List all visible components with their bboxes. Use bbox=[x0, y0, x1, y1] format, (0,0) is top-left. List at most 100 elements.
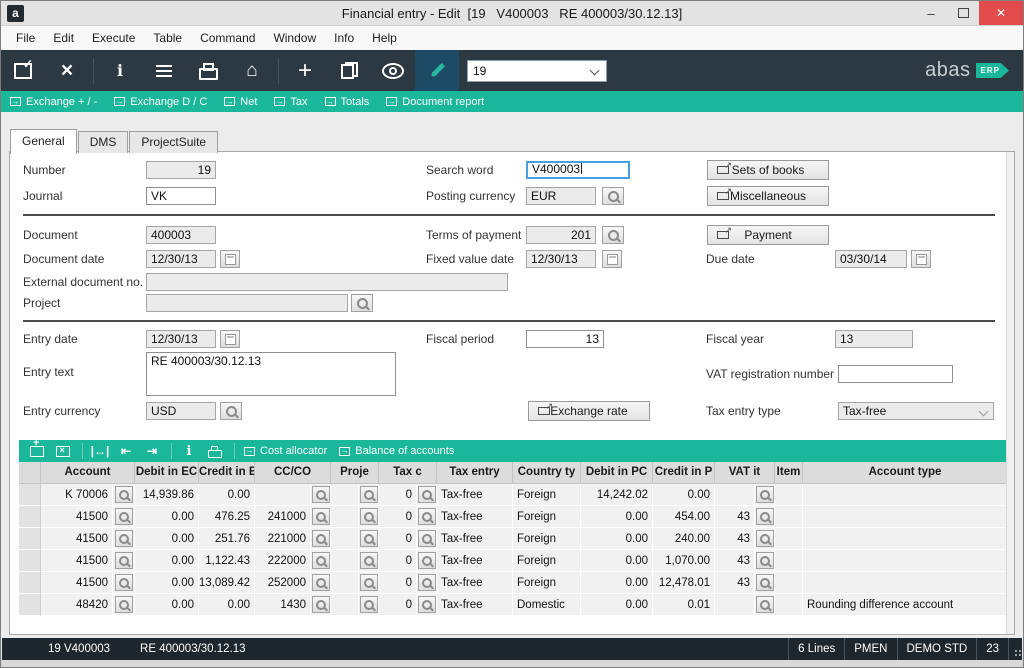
column-header[interactable]: Credit in E bbox=[199, 462, 255, 484]
lookup-button[interactable] bbox=[115, 596, 133, 613]
column-header[interactable]: Country ty bbox=[513, 462, 581, 484]
cell-proje[interactable] bbox=[331, 484, 359, 506]
cell-tax_c[interactable]: 0 bbox=[379, 594, 417, 616]
resize-grip[interactable] bbox=[1008, 638, 1022, 660]
lookup-button[interactable] bbox=[360, 530, 378, 547]
cell-tax_entry[interactable]: Tax-free bbox=[437, 506, 513, 528]
cell-country[interactable]: Foreign bbox=[513, 572, 581, 594]
lookup-button[interactable] bbox=[115, 508, 133, 525]
minimize-button[interactable]: – bbox=[915, 1, 947, 25]
save-button[interactable] bbox=[1, 53, 45, 89]
cell-account[interactable]: 41500 bbox=[41, 506, 113, 528]
cell-country[interactable]: Domestic bbox=[513, 594, 581, 616]
exchange-rate-button[interactable]: Exchange rate bbox=[528, 401, 650, 421]
sets-of-books-button[interactable]: Sets of books bbox=[707, 160, 829, 180]
insert-row-button[interactable] bbox=[25, 441, 49, 461]
cell-tax_c[interactable]: 0 bbox=[379, 528, 417, 550]
tab-general[interactable]: General bbox=[10, 129, 77, 154]
column-header[interactable]: Credit in P bbox=[653, 462, 715, 484]
column-header[interactable]: Tax entry bbox=[437, 462, 513, 484]
view-button[interactable] bbox=[371, 53, 415, 89]
action-exchange-dc[interactable]: Exchange D / C bbox=[114, 96, 207, 108]
action-exchange-plus-minus[interactable]: Exchange + / - bbox=[10, 96, 97, 108]
menu-command[interactable]: Command bbox=[191, 28, 264, 48]
row-handle[interactable] bbox=[19, 484, 41, 506]
cell-tax_c[interactable]: 0 bbox=[379, 550, 417, 572]
column-header[interactable]: Debit in EC bbox=[135, 462, 199, 484]
shrink-column-button[interactable]: ⇤ bbox=[114, 441, 138, 461]
cell-vat[interactable] bbox=[715, 594, 755, 616]
cell-tax_entry[interactable]: Tax-free bbox=[437, 572, 513, 594]
lookup-button[interactable] bbox=[115, 574, 133, 591]
cell-item[interactable] bbox=[775, 506, 803, 528]
project-field[interactable] bbox=[146, 294, 348, 312]
lookup-button[interactable] bbox=[115, 530, 133, 547]
journal-field[interactable]: VK bbox=[146, 187, 216, 205]
cell-credit_ec[interactable]: 476.25 bbox=[199, 506, 255, 528]
posting-currency-field[interactable]: EUR bbox=[526, 187, 596, 205]
lookup-button[interactable] bbox=[418, 574, 436, 591]
fixed-value-date-calendar-button[interactable] bbox=[602, 250, 622, 268]
maximize-button[interactable] bbox=[947, 1, 979, 25]
cell-debit_ec[interactable]: 0.00 bbox=[135, 550, 199, 572]
cell-debit_ec[interactable]: 0.00 bbox=[135, 506, 199, 528]
cell-account_type[interactable] bbox=[803, 484, 1008, 506]
cell-debit_ec[interactable]: 0.00 bbox=[135, 572, 199, 594]
column-header[interactable]: Account bbox=[41, 462, 135, 484]
cell-item[interactable] bbox=[775, 528, 803, 550]
cell-tax_entry[interactable]: Tax-free bbox=[437, 594, 513, 616]
cell-credit_pc[interactable]: 12,478.01 bbox=[653, 572, 715, 594]
cell-tax_c[interactable]: 0 bbox=[379, 572, 417, 594]
tab-projectsuite[interactable]: ProjectSuite bbox=[129, 131, 218, 153]
column-header[interactable]: VAT it bbox=[715, 462, 775, 484]
terms-of-payment-field[interactable]: 201 bbox=[526, 226, 596, 244]
lookup-button[interactable] bbox=[360, 508, 378, 525]
miscellaneous-button[interactable]: Miscellaneous bbox=[707, 186, 829, 206]
new-button[interactable]: + bbox=[283, 53, 327, 89]
column-header[interactable]: Item bbox=[775, 462, 803, 484]
cell-vat[interactable]: 43 bbox=[715, 528, 755, 550]
info-button[interactable]: i bbox=[98, 53, 142, 89]
cell-item[interactable] bbox=[775, 572, 803, 594]
lookup-button[interactable] bbox=[360, 596, 378, 613]
menu-table[interactable]: Table bbox=[144, 28, 191, 48]
column-header[interactable]: Account type bbox=[803, 462, 1008, 484]
payment-button[interactable]: Payment bbox=[707, 225, 829, 245]
menu-help[interactable]: Help bbox=[363, 28, 406, 48]
cell-vat[interactable]: 43 bbox=[715, 550, 755, 572]
lookup-button[interactable] bbox=[115, 552, 133, 569]
cell-account_type[interactable] bbox=[803, 572, 1008, 594]
posting-currency-lookup-button[interactable] bbox=[602, 187, 624, 205]
cell-debit_ec[interactable]: 0.00 bbox=[135, 528, 199, 550]
cell-debit_pc[interactable]: 0.00 bbox=[581, 506, 653, 528]
row-handle[interactable] bbox=[19, 550, 41, 572]
cell-item[interactable] bbox=[775, 594, 803, 616]
due-date-field[interactable]: 03/30/14 bbox=[835, 250, 907, 268]
lookup-button[interactable] bbox=[312, 486, 330, 503]
cell-account[interactable]: 41500 bbox=[41, 550, 113, 572]
vertical-scrollbar[interactable] bbox=[1006, 152, 1014, 634]
column-header[interactable]: CC/CO bbox=[255, 462, 331, 484]
lookup-button[interactable] bbox=[115, 486, 133, 503]
cell-cc_co[interactable]: 221000 bbox=[255, 528, 311, 550]
cell-tax_entry[interactable]: Tax-free bbox=[437, 550, 513, 572]
cell-cc_co[interactable]: 222000 bbox=[255, 550, 311, 572]
cell-country[interactable]: Foreign bbox=[513, 506, 581, 528]
cell-country[interactable]: Foreign bbox=[513, 550, 581, 572]
cell-account[interactable]: 48420 bbox=[41, 594, 113, 616]
cell-proje[interactable] bbox=[331, 572, 359, 594]
print-button[interactable] bbox=[186, 53, 230, 89]
list-button[interactable] bbox=[142, 53, 186, 89]
cell-credit_pc[interactable]: 1,070.00 bbox=[653, 550, 715, 572]
lookup-button[interactable] bbox=[756, 530, 774, 547]
cell-country[interactable]: Foreign bbox=[513, 484, 581, 506]
cell-debit_pc[interactable]: 14,242.02 bbox=[581, 484, 653, 506]
home-button[interactable]: ⌂ bbox=[230, 53, 274, 89]
cell-credit_ec[interactable]: 0.00 bbox=[199, 484, 255, 506]
cell-country[interactable]: Foreign bbox=[513, 528, 581, 550]
document-date-field[interactable]: 12/30/13 bbox=[146, 250, 216, 268]
lookup-button[interactable] bbox=[418, 530, 436, 547]
cell-cc_co[interactable]: 252000 bbox=[255, 572, 311, 594]
lookup-button[interactable] bbox=[312, 530, 330, 547]
edit-button[interactable] bbox=[415, 50, 459, 91]
